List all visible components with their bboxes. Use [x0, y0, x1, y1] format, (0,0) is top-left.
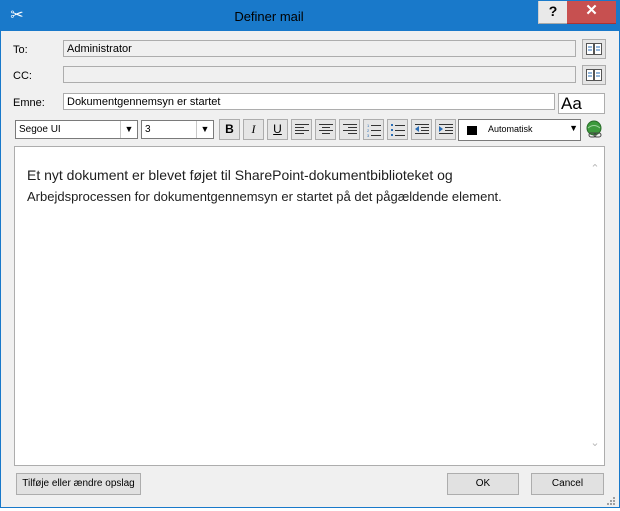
color-swatch — [467, 126, 477, 135]
numbered-list-button[interactable]: 123 — [363, 119, 384, 140]
scroll-down-icon[interactable]: ⌄ — [588, 436, 602, 449]
define-mail-dialog: ✂ Definer mail ? ✕ To: Administrator CC:… — [0, 0, 620, 508]
font-color-select[interactable]: Automatisk ▼ — [458, 119, 581, 141]
ok-button[interactable]: OK — [447, 473, 519, 495]
to-address-book-button[interactable] — [582, 39, 606, 59]
window-title: Definer mail — [234, 9, 304, 24]
decrease-indent-button[interactable] — [411, 119, 432, 140]
body-text-line-1: Et nyt dokument er blevet føjet til Shar… — [27, 167, 453, 183]
bold-button[interactable]: B — [219, 119, 240, 140]
increase-indent-button[interactable] — [435, 119, 456, 140]
close-button[interactable]: ✕ — [567, 1, 616, 24]
scroll-up-icon[interactable]: ⌃ — [588, 162, 602, 175]
font-color-value: Automatisk — [488, 124, 533, 134]
address-book-icon — [586, 43, 602, 55]
add-edit-lookup-button[interactable]: Tilføje eller ændre opslag — [16, 473, 141, 495]
font-size-select[interactable]: 3 ▼ — [141, 120, 214, 139]
svg-text:3: 3 — [367, 133, 370, 137]
cc-address-book-button[interactable] — [582, 65, 606, 85]
increase-indent-icon — [439, 124, 453, 134]
align-left-button[interactable] — [291, 119, 312, 140]
add-lookup-aa-button[interactable]: Aa — [558, 93, 605, 114]
chevron-down-icon: ▼ — [569, 123, 578, 133]
chevron-down-icon: ▼ — [196, 121, 213, 138]
align-right-button[interactable] — [339, 119, 360, 140]
resize-grip-icon[interactable] — [604, 493, 616, 505]
italic-button[interactable]: I — [243, 119, 264, 140]
bullet-list-button[interactable] — [387, 119, 408, 140]
title-bar[interactable]: ✂ Definer mail ? ✕ — [1, 1, 619, 31]
help-button[interactable]: ? — [538, 1, 567, 24]
cc-field[interactable] — [63, 66, 576, 83]
globe-link-icon — [586, 120, 602, 138]
numbered-list-icon: 123 — [367, 123, 381, 137]
subject-label: Emne: — [13, 97, 45, 109]
align-right-icon — [343, 124, 357, 134]
to-field[interactable]: Administrator — [63, 40, 576, 57]
body-text-line-2: Arbejdsprocessen for dokumentgennemsyn e… — [27, 189, 502, 204]
subject-field[interactable]: Dokumentgennemsyn er startet — [63, 93, 555, 110]
align-center-icon — [319, 124, 333, 134]
message-body-editor[interactable]: Et nyt dokument er blevet føjet til Shar… — [14, 146, 605, 466]
align-left-icon — [295, 124, 309, 134]
bullet-list-icon — [391, 124, 405, 136]
insert-hyperlink-button[interactable] — [584, 119, 606, 141]
address-book-icon — [586, 69, 602, 81]
cancel-button[interactable]: Cancel — [531, 473, 604, 495]
cc-label: CC: — [13, 70, 32, 82]
decrease-indent-icon — [415, 124, 429, 134]
font-size-value: 3 — [145, 124, 151, 135]
chevron-down-icon: ▼ — [120, 121, 137, 138]
font-family-value: Segoe UI — [19, 124, 61, 135]
font-family-select[interactable]: Segoe UI ▼ — [15, 120, 138, 139]
to-label: To: — [13, 44, 28, 56]
underline-button[interactable]: U — [267, 119, 288, 140]
align-center-button[interactable] — [315, 119, 336, 140]
